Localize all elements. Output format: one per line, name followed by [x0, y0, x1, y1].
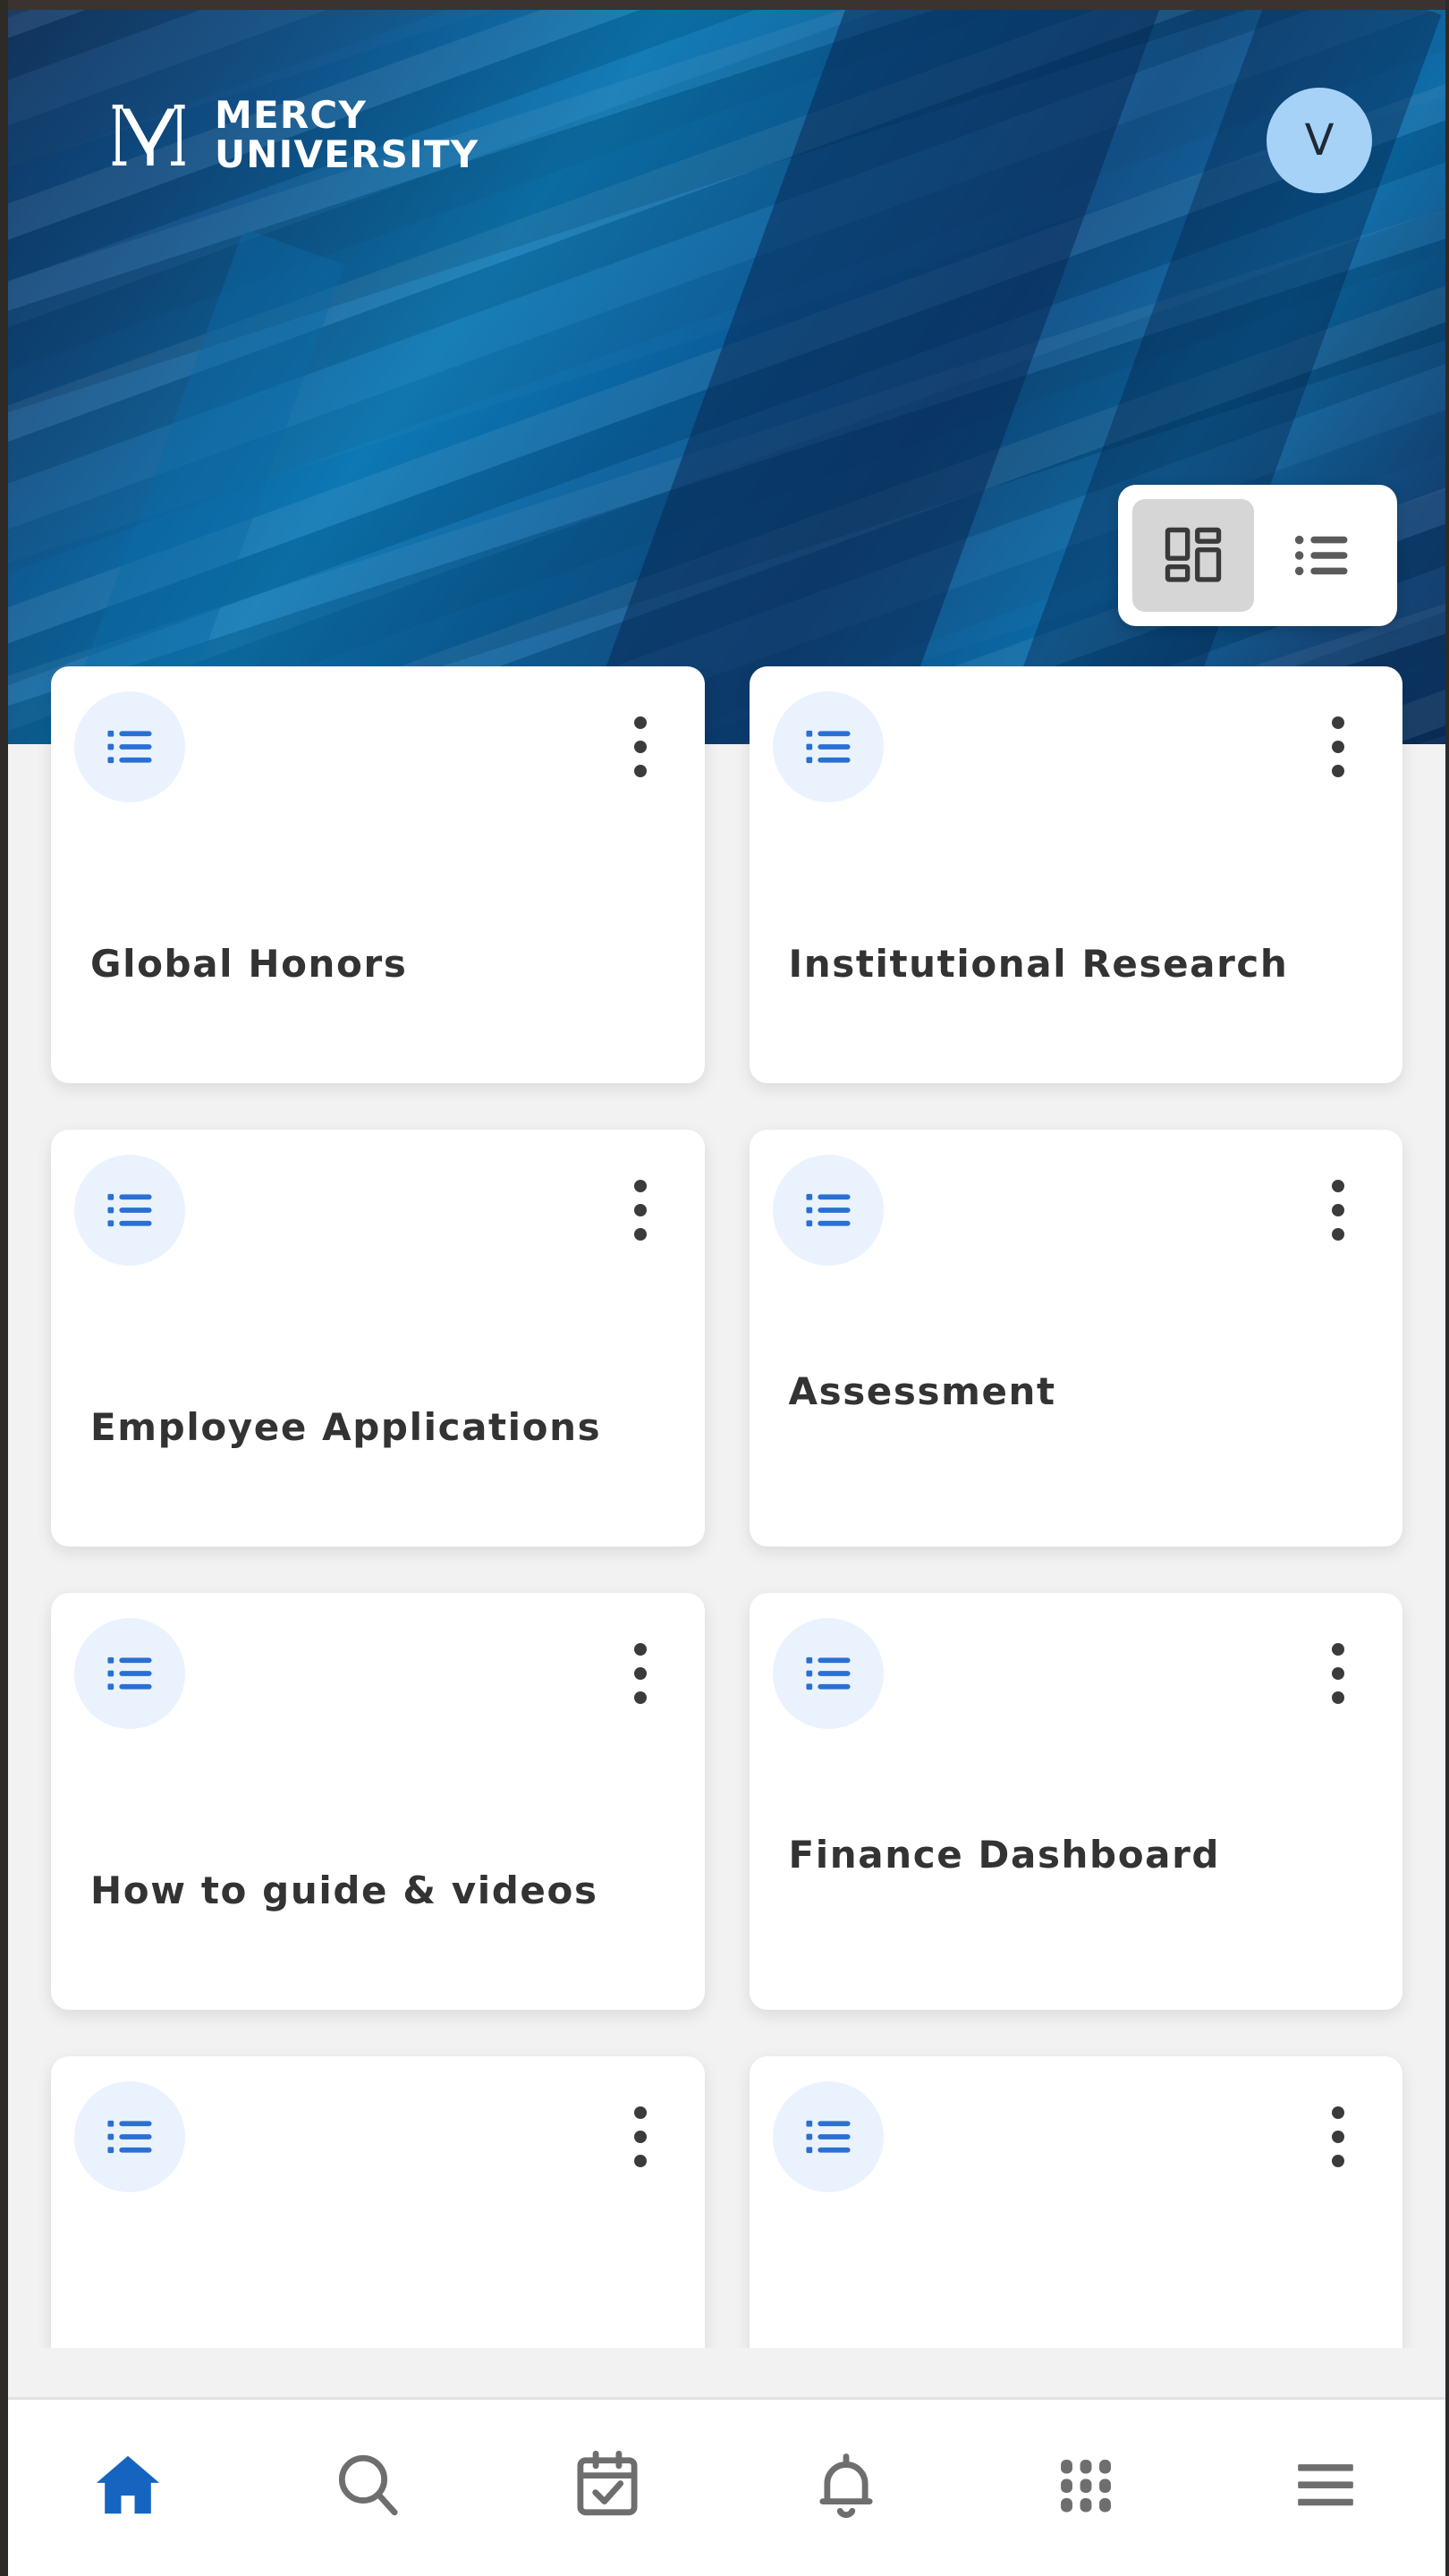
kebab-menu-icon[interactable] [1313, 2103, 1363, 2171]
device-left-edge [0, 0, 8, 2576]
nav-item-tasks[interactable] [487, 2436, 727, 2534]
list-icon [772, 2081, 884, 2192]
app-card[interactable]: Finance Dashboard [749, 1593, 1402, 2010]
kebab-menu-icon[interactable] [615, 1640, 665, 1707]
nav-item-search[interactable] [248, 2436, 487, 2534]
card-header [74, 1618, 665, 1729]
list-icon-glyph [805, 2120, 851, 2154]
mobile-app-screen: MERCY UNIVERSITY V Global Honors Institu… [0, 0, 1449, 2576]
view-toggle-group [1118, 485, 1397, 626]
brand-logo[interactable]: MERCY UNIVERSITY [109, 94, 479, 176]
brand-line-2: UNIVERSITY [215, 132, 479, 176]
list-icon [74, 691, 185, 802]
app-card[interactable]: Global Honors [51, 666, 705, 1083]
kebab-menu-icon[interactable] [615, 713, 665, 781]
card-title: Institutional Research [788, 942, 1289, 987]
app-card[interactable] [51, 2056, 705, 2348]
user-avatar[interactable]: V [1267, 88, 1372, 193]
list-icon-glyph [107, 730, 152, 764]
list-icon [772, 1618, 884, 1729]
kebab-menu-icon[interactable] [1313, 1640, 1363, 1707]
avatar-initial: V [1304, 115, 1335, 165]
card-header [772, 1155, 1364, 1266]
list-icon [772, 691, 884, 802]
app-card[interactable]: How to guide & videos [51, 1593, 705, 2010]
search-icon [338, 2454, 398, 2516]
list-icon [74, 2081, 185, 2192]
list-view-button[interactable] [1261, 499, 1383, 612]
bottom-navigation-bar [8, 2400, 1445, 2576]
nav-item-menu[interactable] [1206, 2436, 1445, 2534]
calendar-check-icon [577, 2450, 638, 2516]
card-header [74, 2081, 665, 2192]
card-title: Assessment [788, 1369, 1056, 1414]
nav-item-notifications[interactable] [726, 2436, 966, 2534]
nav-item-apps[interactable] [966, 2436, 1206, 2534]
dashboard-grid-icon [1165, 527, 1222, 582]
list-icon [772, 1155, 884, 1266]
card-header [772, 691, 1364, 802]
card-header [772, 2081, 1364, 2192]
kebab-menu-icon[interactable] [615, 2103, 665, 2171]
brand-logo-text: MERCY UNIVERSITY [215, 96, 479, 174]
list-icon [74, 1618, 185, 1729]
list-icon [74, 1155, 185, 1266]
app-card[interactable]: Institutional Research [749, 666, 1402, 1083]
card-title: Employee Applications [90, 1405, 602, 1450]
home-icon [96, 2455, 160, 2514]
app-card-grid: Global Honors Institutional Research Emp… [8, 666, 1445, 2348]
card-header [74, 1155, 665, 1266]
kebab-menu-icon[interactable] [615, 1176, 665, 1244]
app-card[interactable]: Assessment [749, 1130, 1402, 1546]
list-view-icon [1294, 535, 1348, 576]
card-title: Finance Dashboard [788, 1833, 1221, 1877]
card-header [74, 691, 665, 802]
app-card[interactable]: Employee Applications [51, 1130, 705, 1546]
device-top-bar [0, 0, 1449, 10]
grid-apps-icon [1061, 2460, 1112, 2512]
device-right-edge [1445, 0, 1449, 2576]
list-icon-glyph [805, 730, 851, 764]
bell-icon [819, 2453, 873, 2519]
list-icon-glyph [107, 1193, 152, 1227]
nav-item-home[interactable] [8, 2436, 248, 2534]
brand-line-1: MERCY [215, 93, 368, 138]
list-icon-glyph [107, 1657, 152, 1690]
grid-view-button[interactable] [1132, 499, 1254, 612]
card-header [772, 1618, 1364, 1729]
list-icon-glyph [107, 2120, 152, 2154]
card-title: Global Honors [90, 942, 408, 987]
list-icon-glyph [805, 1657, 851, 1690]
kebab-menu-icon[interactable] [1313, 1176, 1363, 1244]
list-icon-glyph [805, 1193, 851, 1227]
card-title: How to guide & videos [90, 1868, 598, 1913]
kebab-menu-icon[interactable] [1313, 713, 1363, 781]
app-card[interactable] [749, 2056, 1402, 2348]
hamburger-menu-icon [1298, 2464, 1353, 2506]
mercy-m-monogram-icon [112, 104, 185, 166]
